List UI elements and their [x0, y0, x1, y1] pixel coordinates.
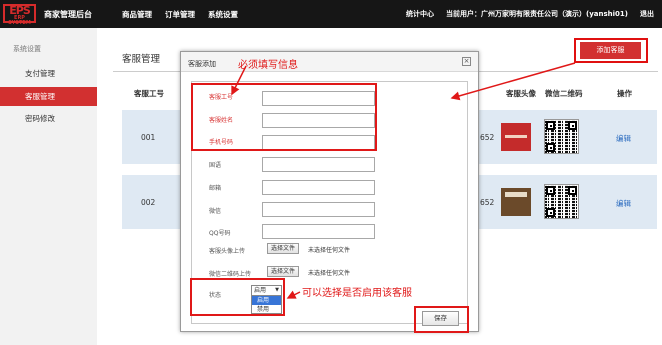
logo-subtext: ERP SYSTEM: [8, 15, 31, 26]
avatar-file-button[interactable]: 选择文件: [267, 243, 300, 254]
service-phone-partial: 652: [480, 133, 495, 142]
app-title: 商家管理后台: [44, 10, 92, 19]
qq-field[interactable]: [262, 224, 375, 239]
brand-logo[interactable]: EPS ERP SYSTEM: [3, 4, 36, 26]
wechat-field[interactable]: [262, 202, 375, 217]
label-qrcode-upload: 微信二维码上传: [209, 271, 252, 278]
service-id: 001: [141, 133, 156, 142]
current-user: 当前用户：广州万家明有限责任公司（演示）(yanshi01): [446, 10, 628, 18]
sidebar-heading: 系统设置: [13, 45, 41, 53]
top-nav: 商品管理 订单管理 系统设置: [122, 9, 238, 20]
qrcode-file-status: 未选择任何文件: [308, 270, 351, 277]
avatar-file-status: 未选择任何文件: [308, 247, 351, 254]
wechat-qrcode-image: [544, 119, 579, 154]
page-title: 客服管理: [122, 54, 161, 65]
edit-link[interactable]: 编辑: [616, 198, 631, 209]
column-header-avatar: 客服头像: [506, 89, 536, 98]
dialog-title: 客服添加: [188, 60, 216, 68]
column-header-actions: 操作: [617, 89, 632, 98]
service-avatar-image: [501, 123, 531, 151]
dialog-header: 客服添加 ×: [181, 52, 478, 72]
annotation-box-status: [190, 278, 285, 316]
qrcode-file-button[interactable]: 选择文件: [267, 266, 300, 277]
service-avatar-image: [501, 188, 531, 216]
column-header-id: 客服工号: [134, 89, 164, 98]
nav-item-products[interactable]: 商品管理: [122, 9, 152, 20]
service-phone-partial: 652: [480, 198, 495, 207]
logout-link[interactable]: 退出: [640, 9, 654, 19]
label-avatar-upload: 客服头像上传: [209, 248, 246, 255]
label-language: 国语: [209, 162, 222, 169]
nav-item-orders[interactable]: 订单管理: [165, 9, 195, 20]
language-field[interactable]: [262, 157, 375, 172]
annotation-status-note: 可以选择是否启用该客服: [302, 288, 412, 299]
annotation-box-save: [414, 306, 469, 333]
sidebar-item-customer-service[interactable]: 客服管理: [0, 87, 97, 106]
nav-item-settings[interactable]: 系统设置: [208, 9, 238, 20]
column-header-qrcode: 微信二维码: [545, 89, 583, 98]
stats-link[interactable]: 统计中心: [406, 9, 434, 19]
edit-link[interactable]: 编辑: [616, 133, 631, 144]
wechat-qrcode-image: [544, 184, 579, 219]
annotation-box-required: [191, 83, 377, 151]
service-id: 002: [141, 198, 156, 207]
label-email: 邮箱: [209, 185, 222, 192]
email-field[interactable]: [262, 180, 375, 195]
close-icon[interactable]: ×: [462, 57, 471, 66]
sidebar-item-payment[interactable]: 支付管理: [0, 64, 97, 83]
sidebar-item-password[interactable]: 密码修改: [0, 109, 97, 128]
annotation-box-add-button: [574, 38, 648, 63]
sidebar: 系统设置 支付管理 客服管理 密码修改: [0, 28, 97, 345]
label-qq: QQ号码: [209, 230, 231, 237]
top-right-menu: 统计中心 当前用户：广州万家明有限责任公司（演示）(yanshi01) 退出: [406, 9, 654, 19]
annotation-required-note: 必须填写信息: [238, 60, 298, 71]
label-wechat: 微信: [209, 208, 222, 215]
top-bar: EPS ERP SYSTEM 商家管理后台 商品管理 订单管理 系统设置 统计中…: [0, 0, 662, 28]
